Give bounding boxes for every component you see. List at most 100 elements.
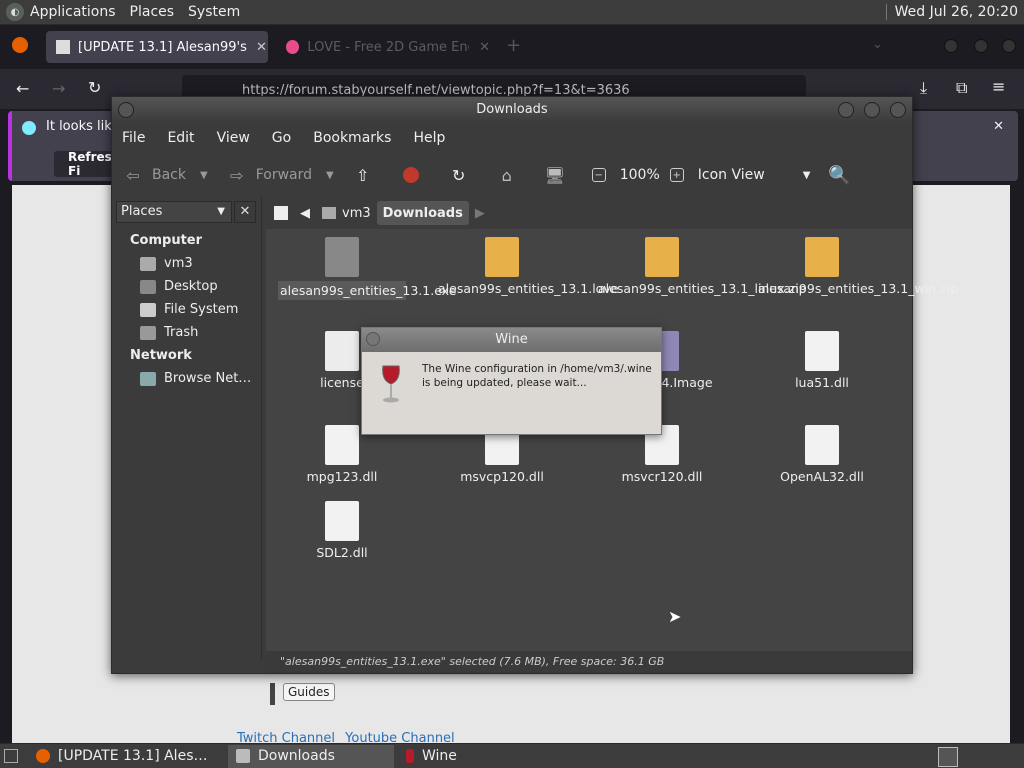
sidebar-heading-network: Network [130, 348, 192, 363]
places-dropdown[interactable]: Places ▼ [116, 201, 232, 223]
menu-view[interactable]: View [217, 130, 250, 146]
close-window-icon[interactable] [1002, 39, 1016, 53]
notice-text: It looks like [46, 119, 120, 134]
sidebar-item-filesystem[interactable]: File System [140, 302, 238, 317]
file-item[interactable]: lua51.dll [758, 331, 886, 390]
sidebar-item-label: Browse Net… [164, 371, 252, 386]
back-icon[interactable]: ← [16, 79, 29, 98]
text-file-icon [325, 331, 359, 371]
file-name: mpg123.dll [306, 469, 378, 484]
info-icon [22, 121, 36, 135]
taskbar-item-downloads[interactable]: Downloads [228, 744, 394, 768]
places-menu[interactable]: Places [130, 4, 175, 20]
applications-menu[interactable]: Applications [30, 4, 116, 20]
file-item[interactable]: alesan99s_entities_13.1_linux.zip [598, 237, 807, 296]
reload-icon: ↻ [452, 165, 466, 185]
window-titlebar[interactable]: Downloads [112, 97, 912, 123]
close-window-icon[interactable] [890, 102, 906, 118]
back-button[interactable]: ⇦ Back ▼ [122, 164, 208, 186]
reload-icon[interactable]: ↻ [88, 78, 101, 97]
wine-glass-icon [406, 749, 414, 763]
clock[interactable]: Wed Jul 26, 20:20 [885, 4, 1018, 20]
sidebar-item-desktop[interactable]: Desktop [140, 279, 218, 294]
forward-button[interactable]: ⇨ Forward ▼ [226, 164, 334, 186]
menu-edit[interactable]: Edit [167, 130, 194, 146]
computer-icon: 🖥 [544, 165, 565, 185]
workspace-switcher[interactable] [938, 747, 958, 767]
menu-help[interactable]: Help [413, 130, 445, 146]
tab-inactive[interactable]: LÖVE - Free 2D Game Eng ✕ [276, 31, 490, 63]
up-button[interactable]: ⇧ [352, 164, 382, 186]
home-folder-icon: ⌂ [501, 165, 512, 185]
file-name: alesan99s_entities_13.1_linux.zip [598, 281, 807, 296]
search-button[interactable]: 🔍 [828, 164, 858, 186]
back-history-icon[interactable]: ▼ [200, 170, 208, 181]
stop-icon [400, 164, 422, 186]
edit-location-button[interactable] [268, 201, 294, 225]
window-menu-icon[interactable] [366, 332, 380, 346]
file-item[interactable]: alesan99s_entities_13.1.love [438, 237, 618, 296]
menu-bookmarks[interactable]: Bookmarks [313, 130, 391, 146]
minimize-icon[interactable] [838, 102, 854, 118]
wine-dialog: Wine The Wine configuration in /home/vm3… [361, 327, 662, 435]
system-menu[interactable]: System [188, 4, 240, 20]
path-scroll-right-button[interactable]: ▶ [469, 201, 491, 225]
show-desktop-icon[interactable] [4, 749, 18, 763]
sidebar-item-trash[interactable]: Trash [140, 325, 198, 340]
forward-history-icon[interactable]: ▼ [326, 170, 334, 181]
new-tab-icon[interactable]: + [506, 35, 521, 56]
path-bar: ◀ vm3 Downloads ▶ [268, 201, 491, 225]
sidebar-item-browse-network[interactable]: Browse Net… [140, 371, 251, 386]
bottom-panel: [UPDATE 13.1] Ales… Downloads Wine [0, 743, 1024, 768]
close-tab-icon[interactable]: ✕ [256, 40, 267, 55]
dialog-message: The Wine configuration in /home/vm3/.win… [422, 363, 652, 389]
view-mode-select[interactable]: Icon View ▼ [698, 167, 811, 183]
zoom-level: 100% [619, 167, 660, 183]
path-item-downloads[interactable]: Downloads [376, 201, 469, 225]
home-button[interactable]: ⌂ [496, 164, 526, 186]
file-item[interactable]: alesan99s_entities_13.1_win.zip [758, 237, 958, 296]
home-folder-icon [140, 256, 156, 271]
file-item[interactable]: SDL2.dll [278, 501, 406, 560]
file-item[interactable]: alesan99s_entities_13.1.exe [278, 237, 456, 300]
distro-logo-icon[interactable]: ◐ [6, 3, 24, 21]
zoom-out-button[interactable]: − [591, 168, 614, 182]
file-item[interactable]: OpenAL32.dll [758, 425, 886, 484]
sidebar-item-vm3[interactable]: vm3 [140, 256, 193, 271]
status-bar: "alesan99s_entities_13.1.exe" selected (… [266, 651, 912, 673]
close-notice-icon[interactable]: ✕ [993, 119, 1004, 134]
page-favicon-icon [56, 40, 70, 54]
tab-active[interactable]: [UPDATE 13.1] Alesan99's E ✕ [46, 31, 268, 63]
taskbar-item-wine[interactable]: Wine [398, 745, 465, 768]
close-tab-icon[interactable]: ✕ [479, 40, 490, 55]
path-item-vm3[interactable]: vm3 [316, 201, 377, 225]
menu-file[interactable]: File [122, 130, 145, 146]
forward-icon[interactable]: → [52, 79, 65, 98]
drive-icon [140, 302, 156, 317]
zoom-in-button[interactable]: + [669, 168, 692, 182]
guides-tag[interactable]: Guides [270, 683, 335, 705]
dll-file-icon [805, 331, 839, 371]
menu-go[interactable]: Go [272, 130, 291, 146]
window-menu-icon[interactable] [118, 102, 134, 118]
up-arrow-icon: ⇧ [356, 165, 370, 185]
app-menu-icon[interactable]: ≡ [992, 77, 1005, 96]
list-tabs-icon[interactable]: ⌄ [872, 37, 883, 52]
downloads-icon[interactable]: ⤓ [920, 78, 927, 98]
minimize-icon[interactable] [944, 39, 958, 53]
maximize-icon[interactable] [974, 39, 988, 53]
task-label: Downloads [258, 748, 335, 764]
path-scroll-left-button[interactable]: ◀ [294, 201, 316, 225]
desktop-icon [140, 279, 156, 294]
reload-button[interactable]: ↻ [448, 164, 478, 186]
sidebar-heading-computer: Computer [130, 233, 203, 248]
stop-button[interactable] [400, 164, 430, 186]
extensions-icon[interactable]: ⧉ [956, 78, 967, 98]
dialog-titlebar[interactable]: Wine [362, 328, 661, 352]
taskbar-item-firefox[interactable]: [UPDATE 13.1] Ales… [28, 745, 224, 768]
computer-button[interactable]: 🖥 [544, 164, 574, 186]
task-label: Wine [422, 748, 457, 764]
firefox-menu-icon[interactable] [12, 37, 28, 53]
close-sidebar-button[interactable]: ✕ [234, 201, 256, 223]
maximize-icon[interactable] [864, 102, 880, 118]
